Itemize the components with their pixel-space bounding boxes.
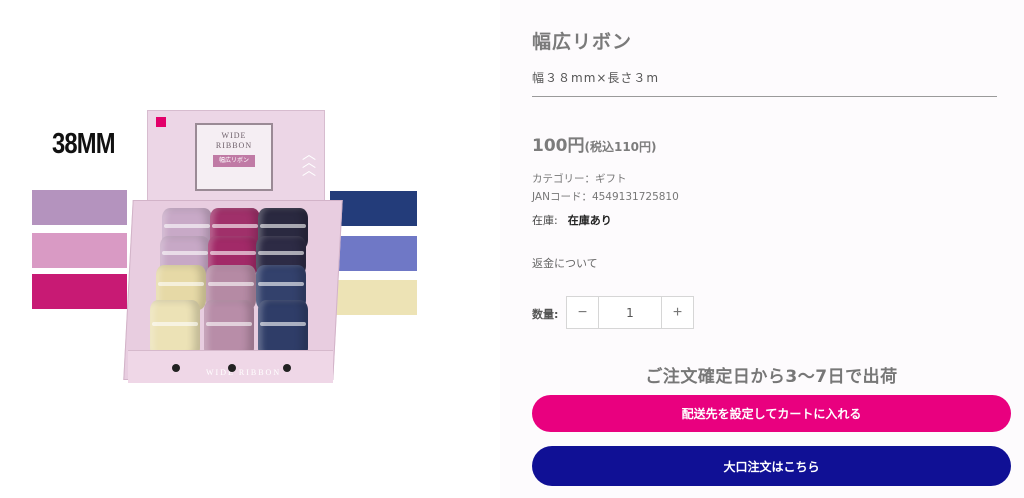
package-title-line2: RIBBON	[215, 141, 253, 150]
quantity-input[interactable]: 1	[599, 297, 661, 328]
refund-link[interactable]: 返金について	[532, 255, 598, 271]
stock-label: 在庫:	[532, 214, 558, 227]
swatch-cream	[330, 280, 417, 315]
shipping-note: ご注文確定日から3〜7日で出荷	[645, 367, 898, 387]
stock-status: 在庫: 在庫あり	[532, 212, 612, 228]
minus-icon[interactable]: −	[567, 297, 599, 328]
brand-badge	[156, 117, 166, 127]
product-price: 100円(税込110円)	[532, 131, 657, 156]
chevron-decoration-icon: ︿ ︿ ︿	[302, 147, 316, 179]
size-label: 38MM	[52, 128, 116, 160]
plus-icon[interactable]: +	[661, 297, 693, 328]
swatch-periwinkle	[330, 236, 417, 271]
swatch-pink	[32, 233, 127, 268]
price-value: 100円	[532, 136, 585, 156]
product-image: 38MM WIDE RIBBON 幅広リボン ︿ ︿ ︿ WIDE RIBBON	[0, 0, 500, 498]
product-jan: JANコード：4549131725810	[532, 191, 679, 203]
bulk-order-button[interactable]: 大口注文はこちら	[532, 446, 1011, 486]
product-spec: 幅３８mm×長さ３m	[532, 71, 660, 85]
divider	[532, 96, 997, 97]
stock-value: 在庫あり	[567, 214, 612, 227]
spool-hole	[283, 364, 291, 372]
tray-text: WIDE RIBBON	[206, 368, 282, 377]
product-title: 幅広リボン	[532, 31, 633, 53]
spool-hole	[228, 364, 236, 372]
price-tax: (税込110円)	[584, 140, 657, 154]
package-tag: 幅広リボン	[212, 155, 255, 167]
quantity-stepper: − 1 +	[566, 296, 694, 329]
product-page: 38MM WIDE RIBBON 幅広リボン ︿ ︿ ︿ WIDE RIBBON…	[0, 0, 1024, 498]
add-to-cart-button[interactable]: 配送先を設定してカートに入れる	[532, 395, 1011, 432]
spool-hole	[172, 364, 180, 372]
quantity-label: 数量:	[532, 308, 559, 321]
swatch-navy	[330, 191, 417, 226]
package-title-line1: WIDE	[221, 131, 247, 140]
product-category: カテゴリー：ギフト	[532, 173, 627, 185]
swatch-lavender	[32, 190, 127, 225]
swatch-magenta	[32, 274, 127, 309]
package-label: WIDE RIBBON 幅広リボン	[195, 123, 273, 191]
